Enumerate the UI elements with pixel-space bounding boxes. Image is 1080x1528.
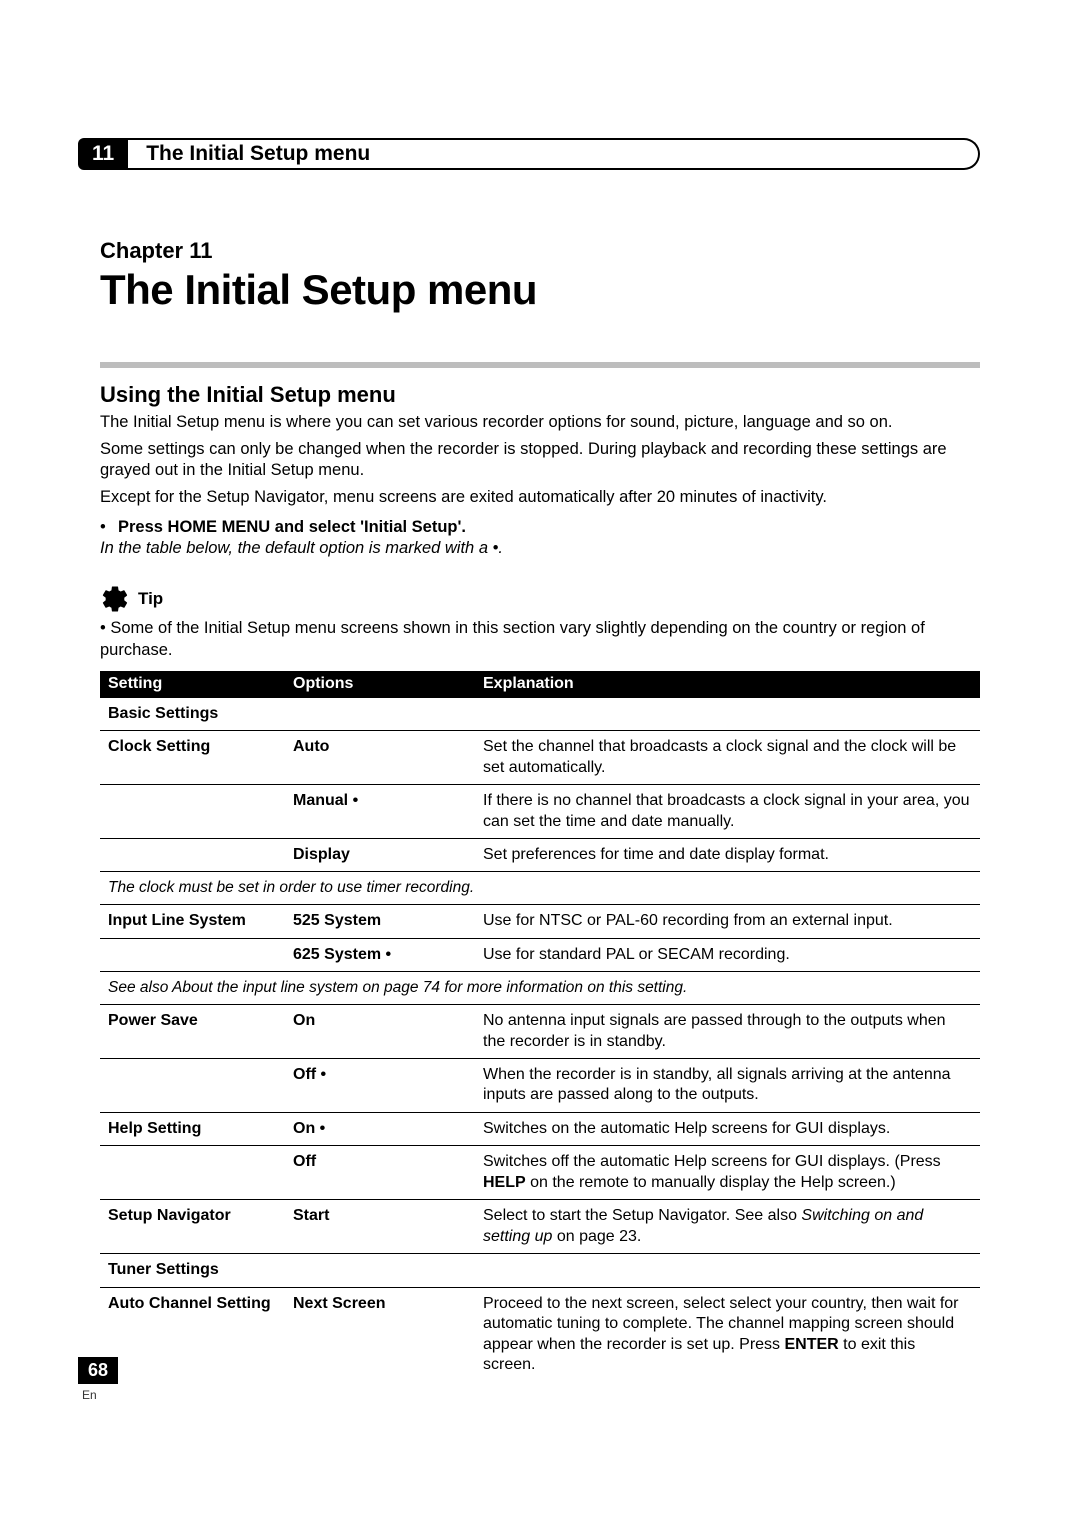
- group-row: Basic Settings: [100, 697, 980, 730]
- option-name: Manual •: [285, 785, 475, 839]
- table-row: Input Line System 525 System Use for NTS…: [100, 905, 980, 938]
- table-footnote: The clock must be set in order to use ti…: [100, 872, 980, 905]
- table-row: Auto Channel Setting Next Screen Proceed…: [100, 1287, 980, 1381]
- setting-name: Auto Channel Setting: [100, 1287, 285, 1381]
- table-row: Off • When the recorder is in standby, a…: [100, 1059, 980, 1113]
- option-name: Off: [285, 1146, 475, 1200]
- option-explanation: When the recorder is in standby, all sig…: [475, 1059, 980, 1113]
- table-header-row: Setting Options Explanation: [100, 671, 980, 698]
- tip-text: • Some of the Initial Setup menu screens…: [100, 618, 980, 660]
- divider: [100, 362, 980, 368]
- option-name: Off •: [285, 1059, 475, 1113]
- group-row: Tuner Settings: [100, 1254, 980, 1287]
- th-options: Options: [285, 671, 475, 698]
- body-text: Some settings can only be changed when t…: [100, 439, 980, 481]
- option-explanation: Select to start the Setup Navigator. See…: [475, 1200, 980, 1254]
- tip-label: Tip: [138, 589, 163, 609]
- option-name: On: [285, 1005, 475, 1059]
- group-basic-settings: Basic Settings: [100, 697, 980, 730]
- table-row: Off Switches off the automatic Help scre…: [100, 1146, 980, 1200]
- table-footnote: See also About the input line system on …: [100, 972, 980, 1005]
- tip-heading: Tip: [100, 584, 980, 614]
- option-explanation: Switches on the automatic Help screens f…: [475, 1112, 980, 1145]
- th-explanation: Explanation: [475, 671, 980, 698]
- group-tuner-settings: Tuner Settings: [100, 1254, 980, 1287]
- table-row: Help Setting On • Switches on the automa…: [100, 1112, 980, 1145]
- option-name: Start: [285, 1200, 475, 1254]
- settings-table: Setting Options Explanation Basic Settin…: [100, 671, 980, 1382]
- page-language: En: [82, 1388, 97, 1402]
- setting-name: Power Save: [100, 1005, 285, 1059]
- table-row: Manual • If there is no channel that bro…: [100, 785, 980, 839]
- option-explanation: No antenna input signals are passed thro…: [475, 1005, 980, 1059]
- option-name: Display: [285, 839, 475, 872]
- table-row: Clock Setting Auto Set the channel that …: [100, 731, 980, 785]
- page-number: 68: [78, 1357, 118, 1384]
- table-row: Setup Navigator Start Select to start th…: [100, 1200, 980, 1254]
- option-explanation: Set the channel that broadcasts a clock …: [475, 731, 980, 785]
- option-name: Next Screen: [285, 1287, 475, 1381]
- running-title: The Initial Setup menu: [128, 138, 980, 170]
- setting-name: Help Setting: [100, 1112, 285, 1145]
- option-explanation: Set preferences for time and date displa…: [475, 839, 980, 872]
- body-text: The Initial Setup menu is where you can …: [100, 412, 980, 433]
- table-row: Power Save On No antenna input signals a…: [100, 1005, 980, 1059]
- table-row: 625 System • Use for standard PAL or SEC…: [100, 938, 980, 971]
- instruction-bullet: •Press HOME MENU and select 'Initial Set…: [100, 518, 980, 537]
- body-text: Except for the Setup Navigator, menu scr…: [100, 487, 980, 508]
- setting-name: Input Line System: [100, 905, 285, 938]
- option-name: Auto: [285, 731, 475, 785]
- option-explanation: Use for NTSC or PAL-60 recording from an…: [475, 905, 980, 938]
- running-header: 11 The Initial Setup menu: [78, 138, 980, 170]
- option-explanation: If there is no channel that broadcasts a…: [475, 785, 980, 839]
- chapter-badge: 11: [78, 138, 128, 170]
- th-setting: Setting: [100, 671, 285, 698]
- setting-name: Clock Setting: [100, 731, 285, 785]
- option-name: 625 System •: [285, 938, 475, 971]
- chapter-label: Chapter 11: [100, 238, 980, 264]
- chapter-title: The Initial Setup menu: [100, 266, 980, 314]
- option-name: 525 System: [285, 905, 475, 938]
- option-explanation: Switches off the automatic Help screens …: [475, 1146, 980, 1200]
- gear-icon: [100, 584, 130, 614]
- italic-note: In the table below, the default option i…: [100, 539, 980, 558]
- table-row: Display Set preferences for time and dat…: [100, 839, 980, 872]
- option-explanation: Proceed to the next screen, select selec…: [475, 1287, 980, 1381]
- setting-name: Setup Navigator: [100, 1200, 285, 1254]
- option-explanation: Use for standard PAL or SECAM recording.: [475, 938, 980, 971]
- section-heading: Using the Initial Setup menu: [100, 382, 980, 408]
- option-name: On •: [285, 1112, 475, 1145]
